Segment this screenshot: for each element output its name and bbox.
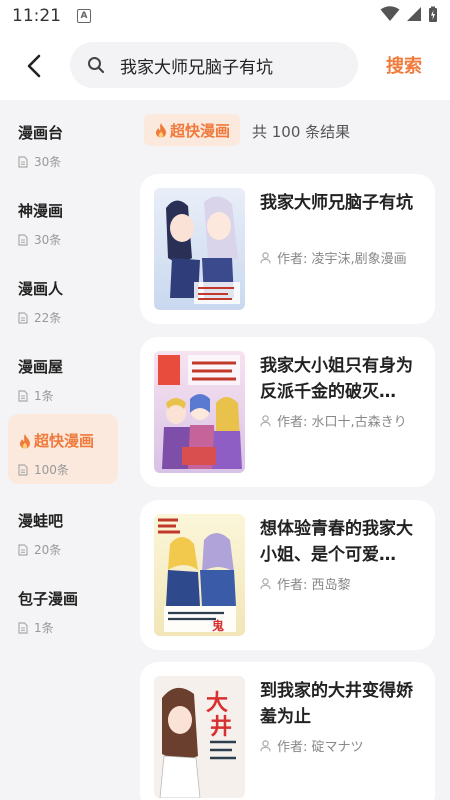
sidebar-item-count: 1条	[18, 619, 118, 636]
sidebar-item-baozi[interactable]: 包子漫画 1条	[8, 572, 118, 642]
sidebar-item-chaokuai[interactable]: 超快漫画 100条	[8, 414, 118, 484]
person-icon	[260, 577, 271, 590]
document-icon	[18, 621, 28, 634]
sidebar-item-label: 漫画台	[18, 124, 64, 142]
sidebar-item-count: 30条	[18, 231, 118, 248]
result-card[interactable]: 大 井 到我家的大井变得娇羞为止 作者: 碇マナツ	[140, 662, 435, 800]
search-icon	[86, 55, 106, 75]
person-icon	[260, 739, 271, 752]
fire-icon	[18, 433, 32, 449]
sidebar-item-count: 22条	[18, 309, 118, 326]
svg-text:大: 大	[206, 691, 228, 716]
sidebar-item-count: 1条	[18, 387, 118, 404]
results-panel: 超快漫画 共 100 条结果 我家大师兄脑子有坑 作者: 凌宇沫,剧象漫画 我家…	[130, 100, 450, 800]
search-query-text: 我家大师兄脑子有坑	[120, 57, 273, 78]
svg-text:井: 井	[210, 715, 232, 740]
book-cover: 鬼	[154, 514, 245, 636]
document-icon	[18, 233, 28, 246]
book-author: 作者: 凌宇沫,剧象漫画	[260, 248, 430, 267]
result-count: 共 100 条结果	[252, 123, 351, 141]
sidebar-item-manwaba[interactable]: 漫蛙吧 20条	[8, 494, 118, 564]
result-card[interactable]: 我家大小姐只有身为反派千金的破灭… 作者: 水口十,古森きり	[140, 337, 435, 487]
book-cover	[154, 351, 245, 473]
wifi-icon	[380, 6, 400, 26]
sidebar-item-count: 100条	[18, 461, 118, 478]
book-author: 作者: 水口十,古森きり	[260, 411, 430, 430]
book-cover	[154, 188, 245, 310]
sidebar-item-label: 漫蛙吧	[18, 512, 64, 530]
book-title: 我家大小姐只有身为反派千金的破灭…	[260, 356, 413, 402]
search-input[interactable]: 我家大师兄脑子有坑	[70, 42, 358, 88]
book-author: 作者: 西岛黎	[260, 574, 430, 593]
sidebar-item-shenmanhua[interactable]: 神漫画 30条	[8, 184, 118, 254]
sidebar-item-label: 漫画人	[18, 280, 64, 298]
search-button[interactable]: 搜索	[386, 52, 422, 78]
book-title: 到我家的大井变得娇羞为止	[260, 681, 413, 727]
document-icon	[18, 389, 28, 402]
document-icon	[18, 543, 28, 556]
sidebar-item-count: 20条	[18, 541, 118, 558]
sidebar-item-manhuaren[interactable]: 漫画人 22条	[8, 262, 118, 332]
source-tag: 超快漫画	[144, 114, 241, 146]
sidebar-item-manhuawu[interactable]: 漫画屋 1条	[8, 340, 118, 410]
back-arrow-icon	[27, 54, 41, 78]
sidebar-item-label: 包子漫画	[18, 590, 79, 608]
document-icon	[18, 155, 28, 168]
status-bar: 11:21 A	[0, 0, 450, 32]
book-author: 作者: 碇マナツ	[260, 736, 430, 755]
status-time: 11:21	[12, 6, 61, 26]
status-indicators	[380, 6, 438, 27]
sidebar-item-label: 超快漫画	[18, 430, 118, 451]
svg-text:鬼: 鬼	[212, 618, 224, 633]
result-card[interactable]: 我家大师兄脑子有坑 作者: 凌宇沫,剧象漫画	[140, 174, 435, 324]
sidebar-item-label: 漫画屋	[18, 358, 64, 376]
sidebar-item-count: 30条	[18, 153, 118, 170]
document-icon	[18, 311, 28, 324]
result-card[interactable]: 鬼 想体验青春的我家大小姐、是个可爱… 作者: 西岛黎	[140, 500, 435, 650]
document-icon	[18, 463, 28, 476]
battery-charging-icon	[428, 6, 438, 27]
book-cover: 大 井	[154, 676, 245, 798]
person-icon	[260, 251, 271, 264]
fire-icon	[154, 122, 168, 138]
search-header: 我家大师兄脑子有坑 搜索	[0, 32, 450, 100]
signal-icon	[406, 6, 422, 26]
sidebar-item-label: 神漫画	[18, 202, 64, 220]
book-title: 我家大师兄脑子有坑	[260, 193, 413, 213]
notification-icon: A	[77, 9, 91, 23]
person-icon	[260, 414, 271, 427]
back-button[interactable]	[18, 50, 50, 82]
book-title: 想体验青春的我家大小姐、是个可爱…	[260, 519, 413, 565]
sidebar-item-manhuatai[interactable]: 漫画台 30条	[8, 106, 118, 176]
source-sidebar: 漫画台 30条 神漫画 30条 漫画人 22条 漫画屋 1条 超快漫画 100条…	[0, 100, 130, 800]
